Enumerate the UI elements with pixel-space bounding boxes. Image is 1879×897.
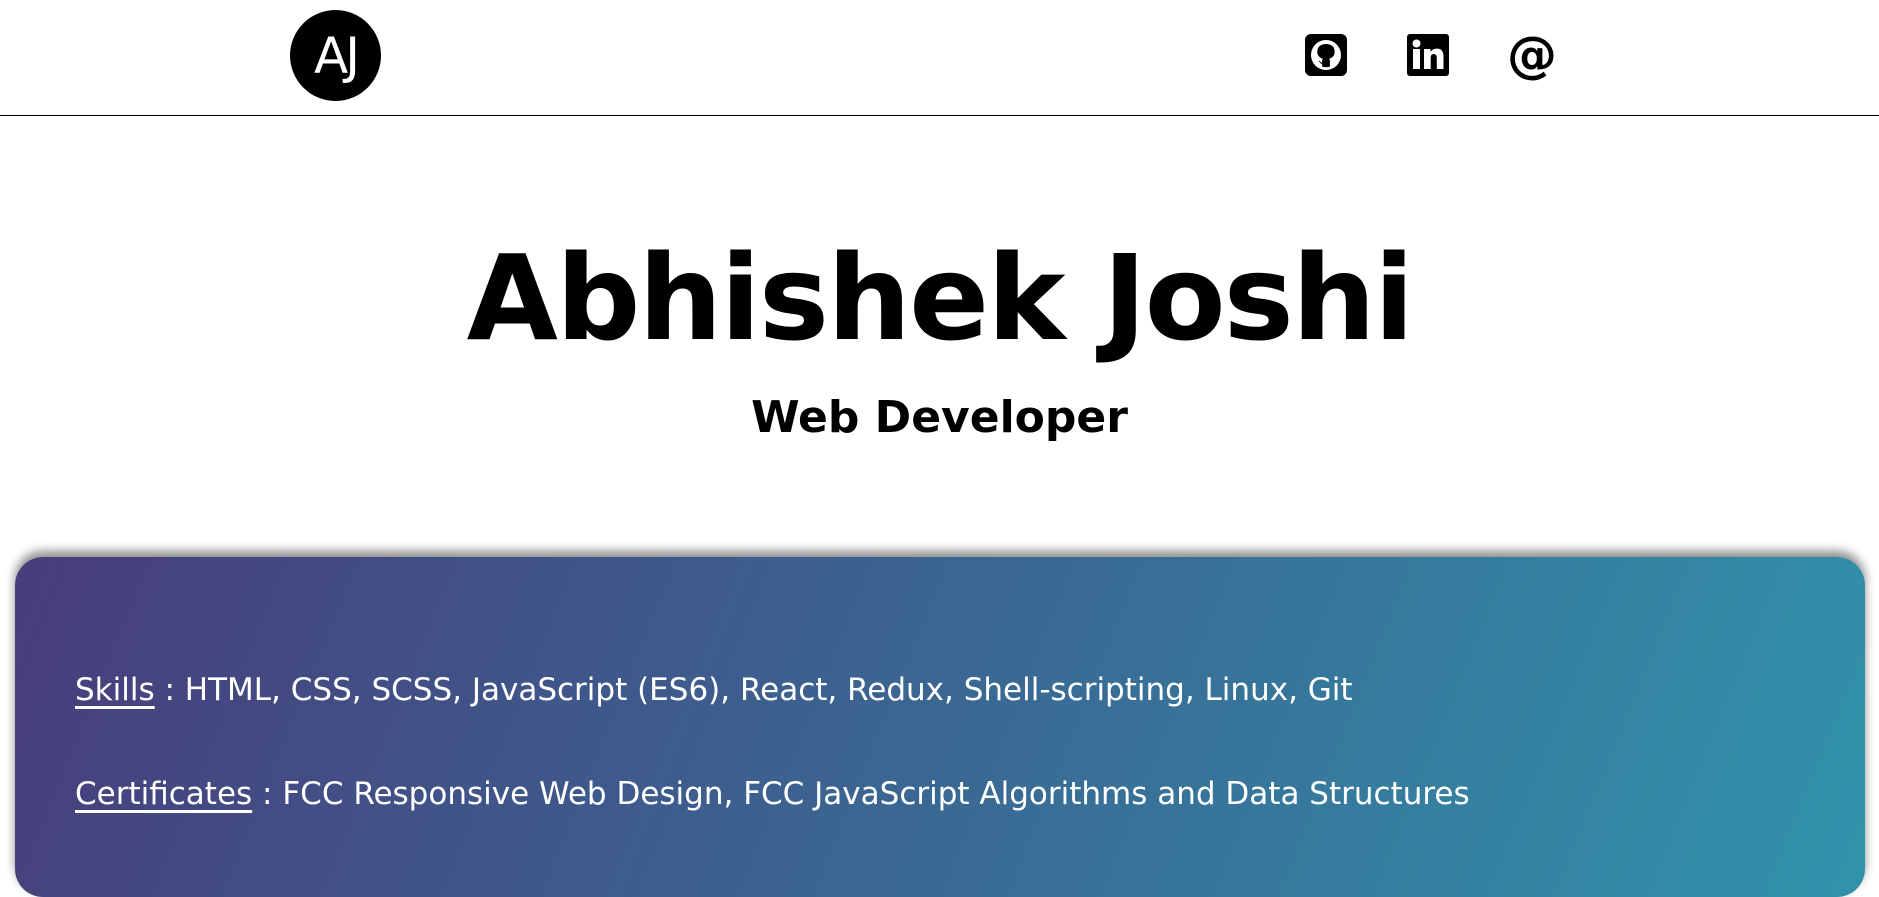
site-header: AJ @ <box>0 0 1879 116</box>
at-icon: @ <box>1507 26 1557 84</box>
info-card: Skills : HTML, CSS, SCSS, JavaScript (ES… <box>15 557 1865 897</box>
certificates-value: : FCC Responsive Web Design, FCC JavaScr… <box>252 776 1470 812</box>
certificates-row: Certificates : FCC Responsive Web Design… <box>75 774 1470 814</box>
github-link[interactable] <box>1304 33 1348 77</box>
linkedin-icon <box>1407 34 1449 76</box>
skills-label: Skills <box>75 672 155 708</box>
email-link[interactable]: @ <box>1507 26 1557 84</box>
hero-role: Web Developer <box>751 392 1128 443</box>
skills-row: Skills : HTML, CSS, SCSS, JavaScript (ES… <box>75 670 1353 710</box>
hero-name: Abhishek Joshi <box>466 229 1415 367</box>
certificates-label: Certificates <box>75 776 253 812</box>
logo-initials: AJ <box>314 26 360 85</box>
skills-value: : HTML, CSS, SCSS, JavaScript (ES6), Rea… <box>154 672 1353 708</box>
github-icon <box>1305 34 1347 76</box>
linkedin-link[interactable] <box>1406 33 1450 77</box>
logo-avatar[interactable]: AJ <box>290 10 381 101</box>
